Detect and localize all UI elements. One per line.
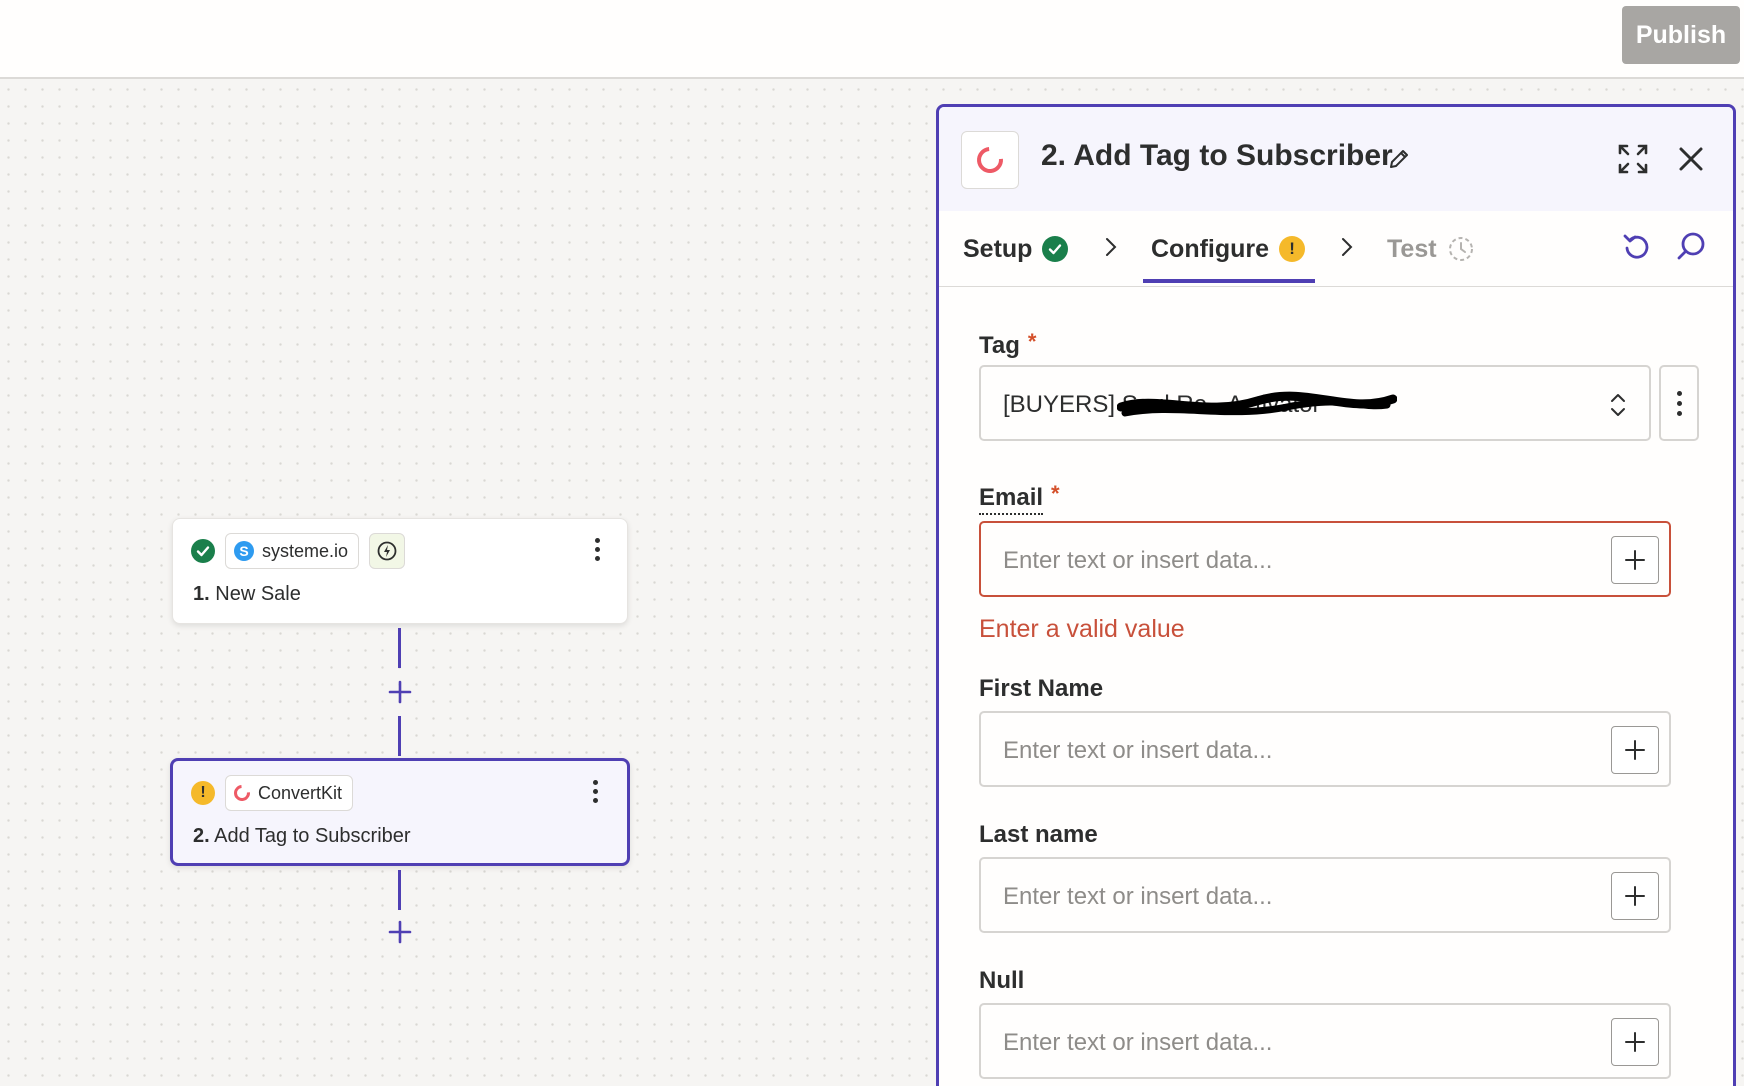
field-label-email: Email * — [979, 481, 1060, 515]
last-name-field[interactable]: Enter text or insert data... — [979, 857, 1671, 933]
app-chip-systeme: S systeme.io — [225, 533, 360, 569]
pencil-icon[interactable] — [1387, 147, 1411, 176]
success-check-icon — [1042, 236, 1069, 262]
null-field[interactable]: Enter text or insert data... — [979, 1003, 1671, 1079]
insert-data-button[interactable] — [1611, 536, 1659, 584]
success-check-icon — [191, 539, 215, 563]
panel-header: 2. Add Tag to Subscriber — [939, 107, 1733, 211]
convertkit-logo-icon — [230, 781, 254, 805]
close-icon[interactable] — [1677, 145, 1705, 178]
publish-button[interactable]: Publish — [1622, 6, 1740, 64]
field-label-last-name: Last name — [979, 821, 1098, 848]
step-tabs: Setup Configure ! Test — [939, 211, 1733, 287]
app-name: ConvertKit — [258, 782, 343, 803]
tab-setup[interactable]: Setup — [963, 211, 1069, 287]
first-name-field[interactable]: Enter text or insert data... — [979, 711, 1671, 787]
top-bar: Publish — [0, 0, 1744, 79]
email-error-message: Enter a valid value — [979, 615, 1185, 643]
systeme-logo-icon: S — [234, 541, 254, 561]
app-chip-convertkit: ConvertKit — [225, 775, 354, 811]
app-name: systeme.io — [262, 540, 349, 561]
step-menu-button[interactable] — [585, 777, 605, 805]
chevron-right-icon — [1103, 235, 1119, 264]
chevron-updown-icon — [1611, 394, 1625, 416]
active-tab-indicator — [1143, 279, 1315, 283]
tag-more-options-button[interactable] — [1659, 365, 1699, 441]
step-title: New Sale — [215, 583, 301, 605]
refresh-icon[interactable] — [1621, 231, 1653, 268]
connector-line — [398, 870, 401, 910]
insert-data-button[interactable] — [1611, 1018, 1659, 1066]
step-title: Add Tag to Subscriber — [214, 825, 411, 847]
step-number: 2. — [193, 825, 210, 847]
step-editor-panel: 2. Add Tag to Subscriber Setup Configure… — [936, 104, 1736, 1086]
connector-line — [398, 716, 401, 756]
tag-select[interactable]: [BUYERS] Soul Re...Activator — [979, 365, 1651, 441]
add-step-button[interactable] — [386, 678, 414, 706]
insert-data-button[interactable] — [1611, 726, 1659, 774]
field-label-first-name: First Name — [979, 675, 1104, 702]
redaction-scribble — [1117, 391, 1397, 417]
field-label-null: Null — [979, 967, 1025, 994]
add-step-button[interactable] — [386, 918, 414, 946]
step-menu-button[interactable] — [587, 535, 607, 563]
insert-data-button[interactable] — [1611, 872, 1659, 920]
pending-clock-icon — [1448, 237, 1473, 261]
email-field[interactable]: Enter text or insert data... — [979, 521, 1671, 597]
warning-icon: ! — [191, 781, 215, 805]
tab-test[interactable]: Test — [1387, 211, 1475, 287]
connector-line — [398, 628, 401, 668]
step-number: 1. — [193, 583, 210, 605]
warning-icon: ! — [1279, 236, 1306, 262]
panel-title: 2. Add Tag to Subscriber — [1041, 139, 1393, 172]
workflow-step-1[interactable]: S systeme.io 1. New Sale — [172, 518, 628, 624]
search-icon[interactable] — [1675, 231, 1707, 268]
chevron-right-icon — [1339, 235, 1355, 264]
field-label-tag: Tag * — [979, 329, 1037, 359]
tab-configure[interactable]: Configure ! — [1151, 211, 1306, 287]
workflow-step-2[interactable]: ! ConvertKit 2. Add Tag to Subscriber — [170, 758, 630, 866]
convertkit-logo-icon — [961, 131, 1019, 189]
trigger-lightning-icon — [369, 533, 405, 569]
expand-icon[interactable] — [1617, 143, 1649, 180]
